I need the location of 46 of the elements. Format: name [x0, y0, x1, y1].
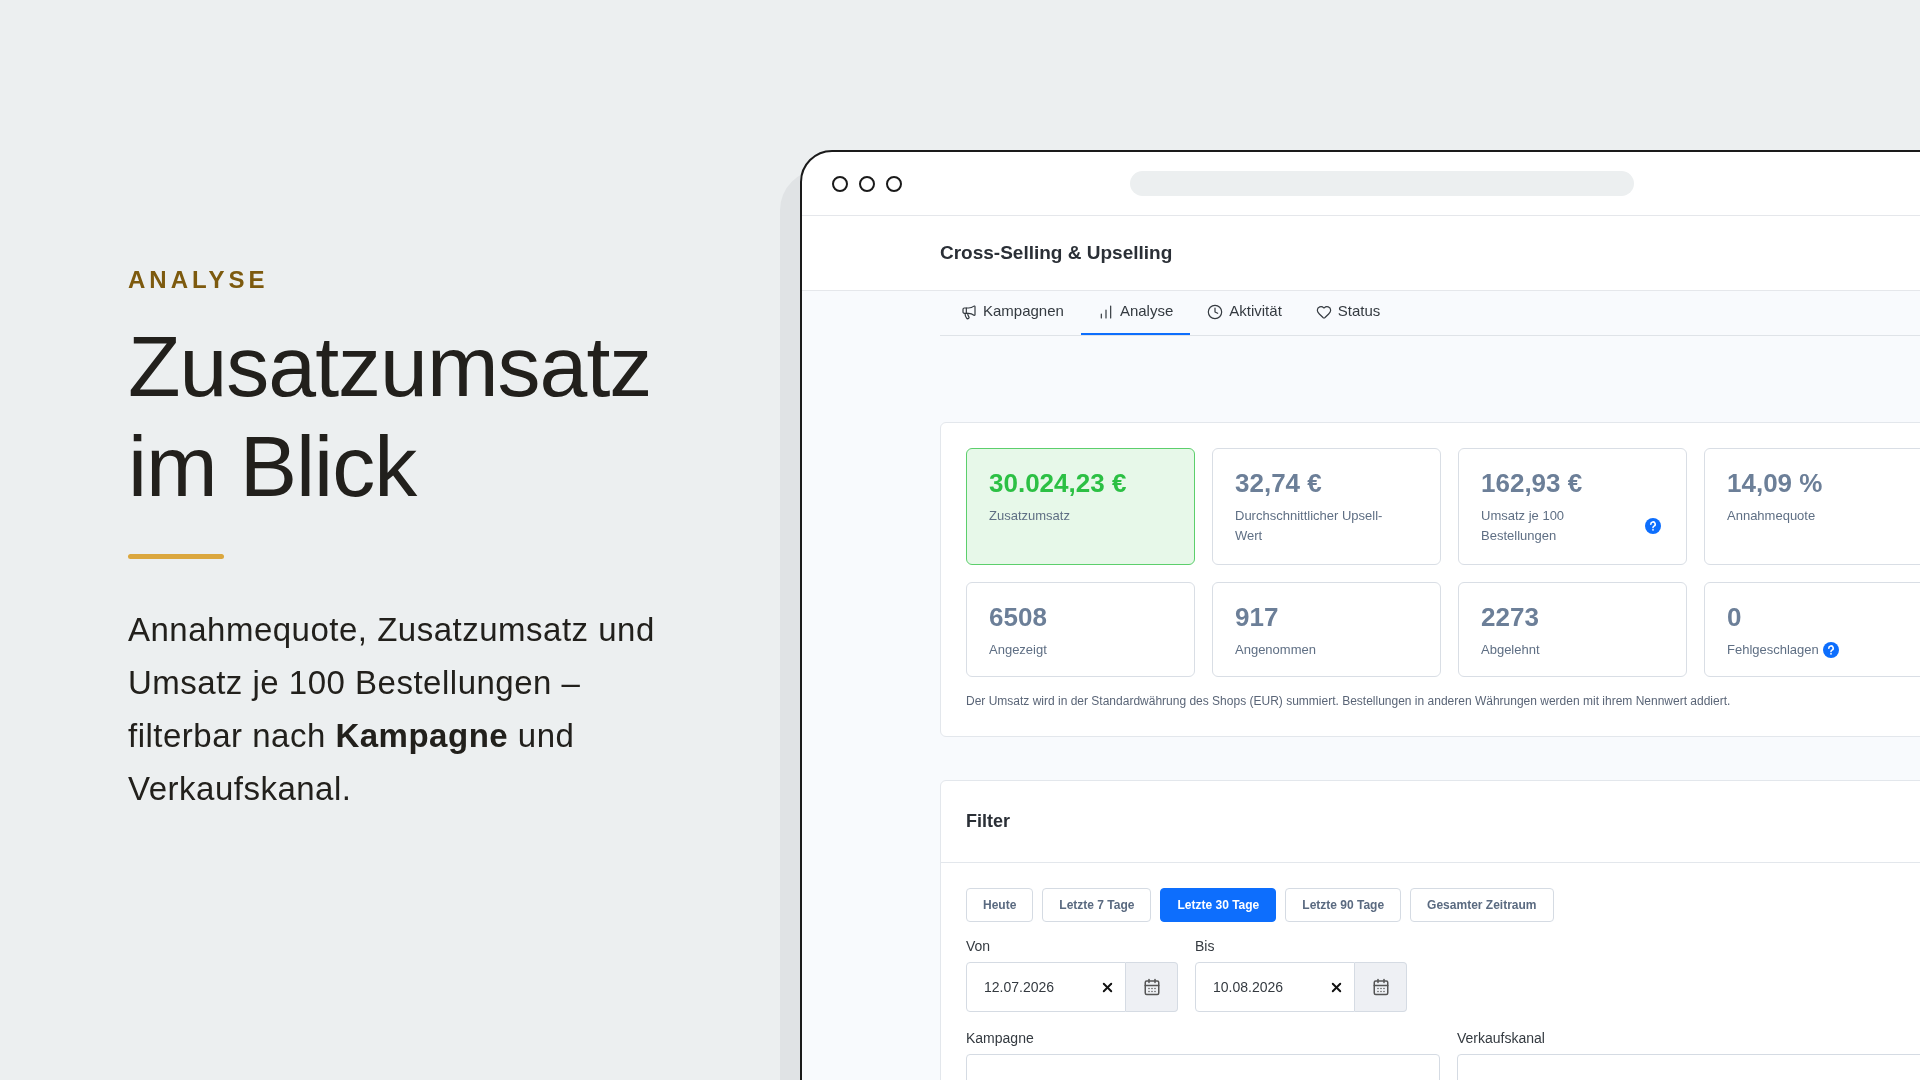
range-button[interactable]: Letzte 90 Tage: [1285, 888, 1402, 922]
stat-value: 162,93 €: [1481, 467, 1584, 500]
date-label: Bis: [1195, 937, 1216, 956]
range-button[interactable]: Gesamter Zeitraum: [1410, 888, 1554, 922]
tab-icon: [1207, 303, 1224, 320]
filter-title: Filter: [966, 810, 1010, 833]
nav-tab[interactable]: Aktivität: [1190, 290, 1299, 335]
range-button[interactable]: Letzte 7 Tage: [1042, 888, 1152, 922]
eyebrow-label: ANALYSE: [128, 265, 270, 295]
stat-label: Fehlgeschlagen: [1727, 641, 1819, 659]
calendar-button[interactable]: [1126, 962, 1178, 1012]
calendar-icon: [1371, 978, 1390, 996]
stat-label: Annahmequote: [1727, 507, 1816, 525]
stat-label: Angenommen: [1235, 641, 1316, 659]
tab-icon: [1315, 303, 1332, 320]
stat-value: 2273: [1481, 601, 1540, 634]
stat-label: Zusatzumsatz: [989, 507, 1070, 525]
select-label: Verkaufskanal: [1457, 1029, 1546, 1048]
stat-label: Durchschnittlicher Upsell-Wert: [1235, 507, 1384, 545]
stat-label: Angezeigt: [989, 641, 1047, 659]
date-field[interactable]: 10.08.2026: [1195, 962, 1355, 1012]
stat-value: 6508: [989, 601, 1048, 634]
help-icon[interactable]: [1822, 642, 1839, 658]
nav-tab[interactable]: Analyse: [1080, 290, 1191, 335]
tab-icon: [961, 303, 977, 320]
calendar-button[interactable]: [1355, 962, 1407, 1012]
date-field[interactable]: 12.07.2026: [966, 962, 1126, 1012]
stat-label: Umsatz je 100 Bestellungen: [1481, 507, 1566, 545]
calendar-icon: [1142, 978, 1161, 996]
nav-tab[interactable]: Kampagnen: [944, 290, 1081, 335]
stat-value: 32,74 €: [1235, 467, 1323, 500]
stat-value: 917: [1235, 601, 1280, 634]
stat-value: 30.024,23 €: [989, 467, 1128, 500]
range-button[interactable]: Letzte 30 Tage: [1160, 888, 1277, 922]
nav-tab[interactable]: Status: [1298, 290, 1398, 335]
help-icon[interactable]: [1645, 518, 1661, 534]
range-button[interactable]: Heute: [966, 888, 1034, 922]
stat-value: 14,09 %: [1727, 467, 1824, 500]
page-heading: Zusatzumsatz im Blick: [128, 317, 653, 516]
stat-label: Abgelehnt: [1481, 641, 1540, 659]
app-title: Cross-Selling & Upselling: [940, 240, 1173, 265]
intro-paragraph: Annahmequote, Zusatzumsatz und Umsatz je 100 Bestellungen – filterbar nach Kampagne und Verkaufskanal.: [128, 610, 656, 809]
stat-value: 0: [1727, 601, 1743, 634]
select-label: Kampagne: [966, 1029, 1035, 1048]
currency-note: Der Umsatz wird in der Standardwährung des Shops (EUR) summiert. Bestellungen in anderen Währungen werden mit ihrem Nennwert addiert.: [966, 693, 1732, 710]
date-label: Von: [966, 937, 992, 956]
